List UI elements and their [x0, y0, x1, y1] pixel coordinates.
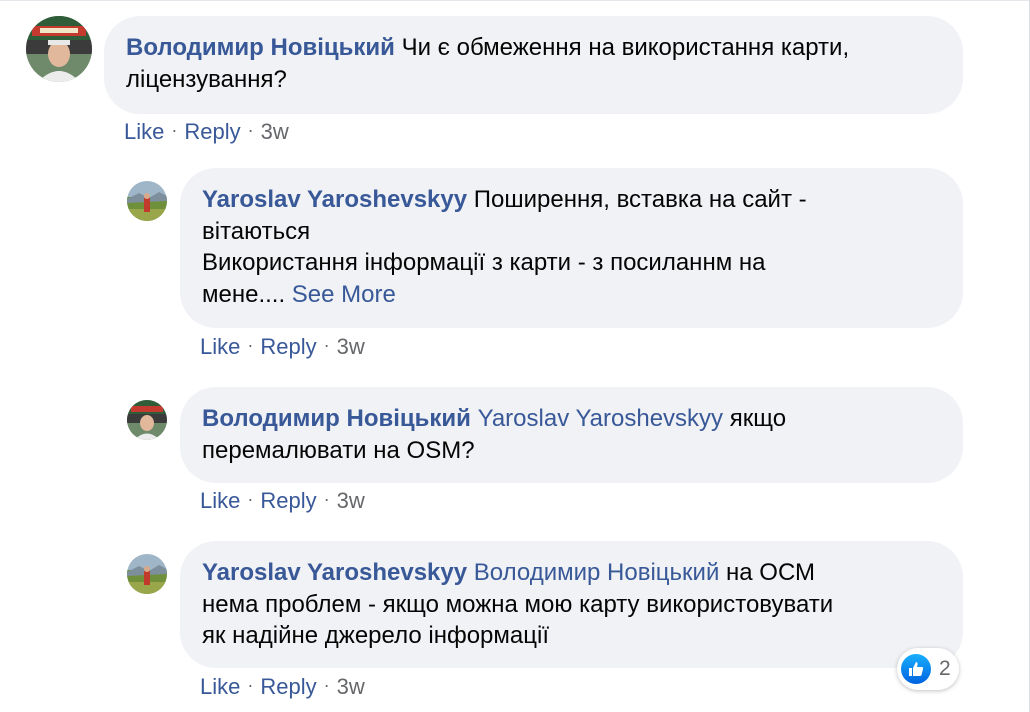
comment-line: мене.... See More — [202, 279, 941, 311]
comment-text: Чи є обмеження на використання карти, — [401, 34, 850, 61]
timestamp[interactable]: 3w — [337, 488, 365, 513]
like-reaction-icon — [901, 654, 931, 684]
comment-text: ліцензування? — [126, 65, 287, 93]
comment-line: Володимир Новіцький Чи є обмеження на ви… — [126, 32, 941, 64]
separator: · — [247, 675, 254, 695]
separator: · — [323, 675, 330, 695]
timestamp[interactable]: 3w — [337, 334, 365, 359]
see-more-link[interactable]: See More — [292, 281, 396, 308]
reaction-summary[interactable]: 2 — [897, 648, 959, 690]
comment-bubble-1: Володимир Новіцький Чи є обмеження на ви… — [104, 16, 963, 114]
reply-button[interactable]: Reply — [260, 334, 316, 359]
reply-button[interactable]: Reply — [260, 488, 316, 513]
comment-bubble-2: Yaroslav Yaroshevskyy Поширення, вставка… — [180, 168, 963, 328]
timestamp[interactable]: 3w — [337, 674, 365, 699]
separator: · — [171, 120, 178, 140]
comment-line: Yaroslav Yaroshevskyy Володимир Новіцьки… — [202, 557, 941, 589]
comment-bubble-3: Володимир Новіцький Yaroslav Yaroshevsky… — [180, 387, 963, 483]
mention-link[interactable]: Володимир Новіцький — [474, 559, 720, 586]
comment-actions: Like · Reply · 3w — [200, 488, 365, 514]
comment-author[interactable]: Yaroslav Yaroshevskyy — [202, 186, 467, 213]
comment-actions: Like · Reply · 3w — [200, 334, 365, 360]
timestamp[interactable]: 3w — [261, 119, 289, 144]
comment-text: якщо — [729, 405, 787, 432]
separator: · — [247, 335, 254, 355]
comment-bubble-4: Yaroslav Yaroshevskyy Володимир Новіцьки… — [180, 541, 963, 668]
avatar-volodymyr[interactable] — [127, 400, 167, 440]
comment-line: Yaroslav Yaroshevskyy Поширення, вставка… — [202, 184, 941, 216]
separator: · — [323, 489, 330, 509]
comment-text: як надійне джерело інформації — [202, 622, 549, 649]
comment-text: мене.... — [202, 280, 286, 308]
comment-author[interactable]: Володимир Новіцький — [126, 34, 395, 61]
comment-text: перемалювати на OSM? — [202, 436, 475, 464]
reaction-count: 2 — [939, 657, 951, 680]
avatar-volodymyr[interactable] — [26, 16, 92, 82]
comment-line: Володимир Новіцький Yaroslav Yaroshevsky… — [202, 403, 941, 435]
comment-text: вітаються — [202, 217, 311, 245]
mention-link[interactable]: Yaroslav Yaroshevskyy — [478, 405, 723, 432]
comment-text: нема проблем - якщо можна мою карту вико… — [202, 590, 834, 618]
comment-actions: Like · Reply · 3w — [200, 674, 365, 700]
top-divider — [0, 0, 1030, 1]
separator: · — [247, 489, 254, 509]
like-button[interactable]: Like — [200, 334, 240, 359]
separator: · — [323, 335, 330, 355]
like-button[interactable]: Like — [124, 119, 164, 144]
reply-button[interactable]: Reply — [260, 674, 316, 699]
comment-author[interactable]: Володимир Новіцький — [202, 405, 471, 432]
avatar-yaroslav[interactable] — [127, 554, 167, 594]
comment-text: Використання інформації з карти - з поси… — [202, 249, 766, 276]
like-button[interactable]: Like — [200, 674, 240, 699]
comment-actions: Like · Reply · 3w — [124, 119, 289, 145]
reply-button[interactable]: Reply — [184, 119, 240, 144]
comment-author[interactable]: Yaroslav Yaroshevskyy — [202, 559, 467, 586]
comment-text: на ОСМ — [726, 559, 816, 586]
separator: · — [247, 120, 254, 140]
avatar-yaroslav[interactable] — [127, 181, 167, 221]
comment-text: Поширення, вставка на сайт - — [473, 186, 807, 213]
like-button[interactable]: Like — [200, 488, 240, 513]
